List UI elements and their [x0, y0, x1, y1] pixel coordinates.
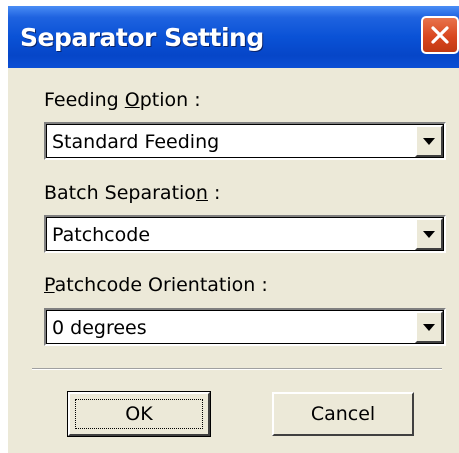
dialog-title: Separator Setting [20, 23, 264, 52]
patchcode-orientation-select[interactable]: 0 degrees [44, 308, 446, 346]
batch-separation-value: Patchcode [52, 224, 151, 246]
patchcode-orientation-value: 0 degrees [52, 317, 147, 339]
focus-rect [75, 399, 203, 429]
patchcode-orientation-label: Patchcode Orientation : [44, 274, 268, 296]
feeding-option-value: Standard Feeding [52, 131, 220, 153]
close-icon [431, 26, 449, 44]
close-button[interactable] [421, 16, 459, 54]
chevron-down-icon[interactable] [415, 218, 443, 250]
ok-button[interactable]: OK [67, 391, 211, 437]
title-bar[interactable]: Separator Setting [8, 6, 459, 68]
feeding-option-select[interactable]: Standard Feeding [44, 122, 446, 160]
chevron-down-icon[interactable] [415, 125, 443, 157]
feeding-option-label: Feeding Option : [44, 89, 201, 111]
batch-separation-select[interactable]: Patchcode [44, 215, 446, 253]
divider [32, 368, 442, 370]
batch-separation-label: Batch Separation : [44, 182, 221, 204]
separator-setting-dialog: Separator Setting Feeding Option : Stand… [8, 6, 459, 453]
chevron-down-icon[interactable] [415, 311, 443, 343]
cancel-button-label: Cancel [310, 403, 376, 425]
cancel-button[interactable]: Cancel [272, 392, 414, 436]
